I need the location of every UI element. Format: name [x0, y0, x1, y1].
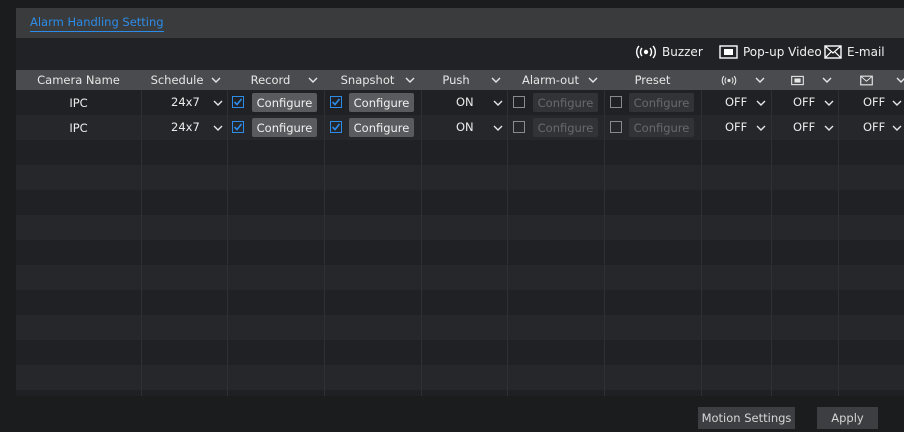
- column-divider: [604, 90, 605, 396]
- chevron-down-icon[interactable]: [824, 122, 834, 134]
- col-header-record[interactable]: Record: [227, 70, 324, 90]
- email-icon: [859, 75, 873, 85]
- col-label: Preset: [634, 73, 671, 87]
- col-label: Alarm-out: [521, 73, 580, 87]
- preset-checkbox[interactable]: [610, 121, 622, 133]
- chevron-down-icon[interactable]: [493, 122, 503, 134]
- col-header-buzzer[interactable]: [701, 70, 771, 90]
- record-checkbox[interactable]: [232, 121, 244, 133]
- column-divider: [771, 90, 772, 396]
- schedule-value: 24x7: [171, 95, 200, 109]
- preset-configure-button[interactable]: Configure: [629, 93, 694, 112]
- snapshot-configure-button[interactable]: Configure: [349, 93, 414, 112]
- preset-checkbox[interactable]: [610, 96, 622, 108]
- email-value: OFF: [863, 95, 886, 109]
- column-divider: [701, 90, 702, 396]
- record-checkbox[interactable]: [232, 96, 244, 108]
- col-label: Snapshot: [340, 73, 395, 87]
- chevron-down-icon[interactable]: [892, 97, 902, 109]
- checkmark-icon: [233, 98, 243, 106]
- buzzer-icon: [636, 45, 656, 59]
- chevron-down-icon[interactable]: [822, 74, 832, 86]
- checkmark-icon: [233, 123, 243, 131]
- col-label: Schedule: [150, 73, 204, 87]
- chevron-down-icon[interactable]: [588, 74, 598, 86]
- col-header-alarm-out[interactable]: Alarm-out: [507, 70, 604, 90]
- chevron-down-icon[interactable]: [405, 74, 415, 86]
- snapshot-configure-button[interactable]: Configure: [349, 118, 414, 137]
- footer-bar: Motion Settings Apply: [16, 396, 904, 432]
- tab-bar: Alarm Handling Setting: [16, 8, 904, 38]
- col-header-camera-name[interactable]: Camera Name: [16, 70, 141, 90]
- popup-video-icon: [719, 45, 738, 59]
- alarm-out-configure-button[interactable]: Configure: [533, 93, 598, 112]
- popup-video-label: Pop-up Video: [743, 45, 822, 59]
- alarm-out-checkbox[interactable]: [513, 121, 525, 133]
- col-label: Camera Name: [37, 73, 120, 87]
- chevron-down-icon[interactable]: [213, 97, 223, 109]
- camera-alarm-table: Camera Name Schedule Record Snapshot Pus…: [16, 70, 904, 396]
- col-header-email[interactable]: [838, 70, 904, 90]
- buzzer-toolbar-item[interactable]: Buzzer: [635, 45, 703, 59]
- alarm-handling-window: Alarm Handling Setting Buzzer Pop-up Vid…: [0, 0, 904, 432]
- record-configure-button[interactable]: Configure: [252, 93, 317, 112]
- toolbar: Buzzer Pop-up Video E-mail: [16, 38, 904, 70]
- col-header-schedule[interactable]: Schedule: [141, 70, 227, 90]
- popup-video-value: OFF: [793, 95, 816, 109]
- chevron-down-icon[interactable]: [896, 74, 904, 86]
- snapshot-checkbox[interactable]: [330, 121, 342, 133]
- popup-video-icon: [791, 75, 804, 85]
- column-divider: [227, 90, 228, 396]
- chevron-down-icon[interactable]: [755, 74, 765, 86]
- col-header-preset[interactable]: Preset: [604, 70, 701, 90]
- column-divider: [421, 90, 422, 396]
- column-divider: [324, 90, 325, 396]
- alarm-out-configure-button[interactable]: Configure: [533, 118, 598, 137]
- chevron-down-icon[interactable]: [213, 122, 223, 134]
- chevron-down-icon[interactable]: [308, 74, 318, 86]
- col-label: Push: [442, 73, 470, 87]
- chevron-down-icon[interactable]: [211, 74, 221, 86]
- snapshot-checkbox[interactable]: [330, 96, 342, 108]
- col-header-popup-video[interactable]: [771, 70, 838, 90]
- push-value: ON: [456, 95, 474, 109]
- column-divider: [838, 90, 839, 396]
- email-label: E-mail: [847, 45, 885, 59]
- chevron-down-icon[interactable]: [756, 122, 766, 134]
- schedule-value: 24x7: [171, 120, 200, 134]
- chevron-down-icon[interactable]: [756, 97, 766, 109]
- email-value: OFF: [863, 120, 886, 134]
- chevron-down-icon[interactable]: [824, 97, 834, 109]
- camera-name-cell: IPC: [69, 95, 88, 110]
- col-label: Record: [250, 73, 291, 87]
- column-divider: [507, 90, 508, 396]
- email-toolbar-item[interactable]: E-mail: [824, 45, 885, 59]
- camera-name-cell: IPC: [69, 120, 88, 135]
- col-header-push[interactable]: Push: [421, 70, 507, 90]
- checkmark-icon: [331, 98, 341, 106]
- email-icon: [824, 45, 842, 59]
- popup-video-value: OFF: [793, 120, 816, 134]
- column-divider: [141, 90, 142, 396]
- buzzer-value: OFF: [725, 120, 748, 134]
- preset-configure-button[interactable]: Configure: [629, 118, 694, 137]
- apply-button[interactable]: Apply: [817, 407, 878, 429]
- alarm-out-checkbox[interactable]: [513, 96, 525, 108]
- checkmark-icon: [331, 123, 341, 131]
- push-value: ON: [456, 120, 474, 134]
- record-configure-button[interactable]: Configure: [252, 118, 317, 137]
- col-header-snapshot[interactable]: Snapshot: [324, 70, 421, 90]
- buzzer-label: Buzzer: [662, 45, 703, 59]
- tab-alarm-handling-setting[interactable]: Alarm Handling Setting: [30, 15, 164, 32]
- chevron-down-icon[interactable]: [892, 122, 902, 134]
- buzzer-icon: [721, 75, 737, 85]
- chevron-down-icon[interactable]: [491, 74, 501, 86]
- motion-settings-button[interactable]: Motion Settings: [698, 407, 795, 429]
- buzzer-value: OFF: [725, 95, 748, 109]
- popup-video-toolbar-item[interactable]: Pop-up Video: [719, 45, 822, 59]
- chevron-down-icon[interactable]: [493, 97, 503, 109]
